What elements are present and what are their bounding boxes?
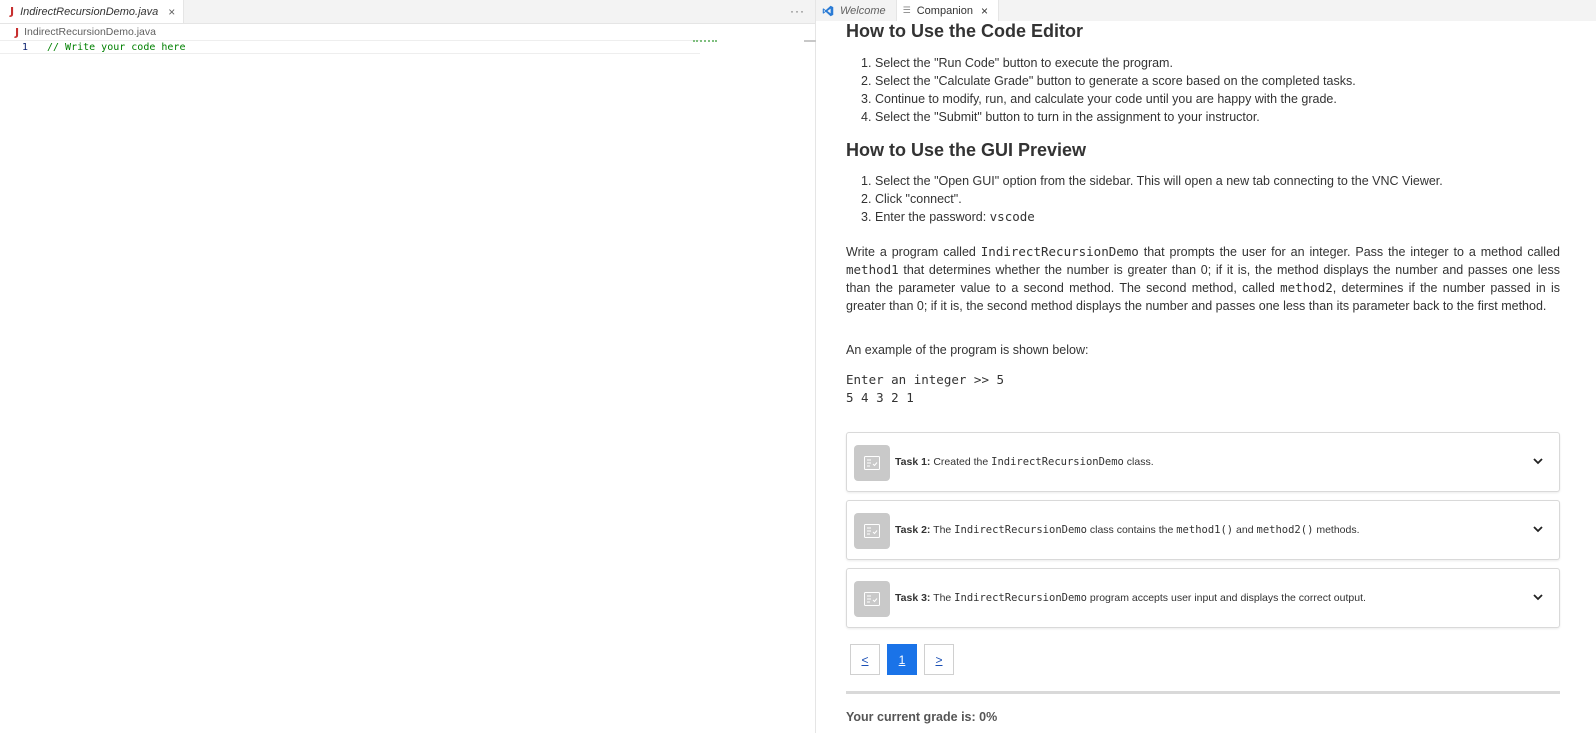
task-card-3[interactable]: Task 3: The IndirectRecursionDemo progra… — [846, 568, 1560, 628]
tab-companion[interactable]: ☰ Companion × — [896, 0, 1000, 21]
heading-gui-preview: How to Use the GUI Preview — [846, 140, 1087, 160]
next-page-button[interactable]: > — [924, 644, 954, 675]
chevron-down-icon[interactable] — [1531, 522, 1545, 536]
task-card-2[interactable]: Task 2: The IndirectRecursionDemo class … — [846, 500, 1560, 560]
task-checklist-icon — [854, 445, 890, 481]
tab-indirectrecursiondemo-java[interactable]: J IndirectRecursionDemo.java × — [0, 0, 185, 23]
task-checklist-icon — [854, 513, 890, 549]
companion-tabbar: Welcome ☰ Companion × — [816, 0, 1596, 21]
close-icon[interactable]: × — [168, 5, 175, 19]
editor-pane: J IndirectRecursionDemo.java × ··· J Ind… — [0, 0, 816, 733]
list-item: 3. Continue to modify, run, and calculate… — [861, 92, 1337, 106]
minimap[interactable] — [693, 40, 717, 42]
breadcrumb[interactable]: J IndirectRecursionDemo.java — [0, 24, 815, 40]
chevron-down-icon[interactable] — [1531, 454, 1545, 468]
task-checklist-icon — [854, 581, 890, 617]
password-code: vscode — [989, 209, 1035, 224]
tab-welcome[interactable]: Welcome — [816, 0, 897, 21]
chevron-down-icon[interactable] — [1531, 590, 1545, 604]
tab-welcome-label: Welcome — [840, 4, 886, 17]
task-text: Task 3: The IndirectRecursionDemo progra… — [895, 592, 1366, 604]
code-comment[interactable]: // Write your code here — [47, 42, 185, 53]
list-item: 4. Select the "Submit" button to turn in … — [861, 110, 1260, 124]
list-item: 1. Select the "Open GUI" option from the … — [861, 174, 1443, 188]
gui-preview-steps: 1. Select the "Open GUI" option from the … — [846, 172, 1443, 226]
divider — [846, 691, 1560, 694]
example-intro: An example of the program is shown below… — [846, 343, 1089, 357]
list-item: 2. Click "connect". — [861, 192, 962, 206]
scrollbar-marker[interactable] — [804, 40, 816, 42]
document-icon: ☰ — [902, 5, 911, 15]
tab-companion-label: Companion — [916, 4, 973, 17]
current-grade: Your current grade is: 0% — [846, 710, 998, 724]
assignment-description: Write a program called IndirectRecursion… — [846, 244, 1560, 313]
list-item: 2. Select the "Calculate Grade" button to… — [861, 74, 1356, 88]
java-file-icon: J — [15, 25, 20, 39]
pagination: < 1 > — [850, 644, 954, 675]
java-file-icon: J — [10, 5, 15, 18]
list-item: 1. Select the "Run Code" button to execut… — [861, 56, 1173, 70]
editor-tabbar: J IndirectRecursionDemo.java × ··· — [0, 0, 815, 24]
task-text: Task 1: Created the IndirectRecursionDem… — [895, 456, 1154, 468]
close-icon[interactable]: × — [981, 4, 988, 18]
code-editor-steps: 1. Select the "Run Code" button to execut… — [846, 54, 1356, 126]
heading-code-editor: How to Use the Code Editor — [846, 21, 1084, 41]
task-card-1[interactable]: Task 1: Created the IndirectRecursionDem… — [846, 432, 1560, 492]
breadcrumb-file[interactable]: IndirectRecursionDemo.java — [24, 26, 156, 38]
prev-page-button[interactable]: < — [850, 644, 880, 675]
vscode-icon — [822, 5, 834, 16]
companion-pane: Welcome ☰ Companion × How to Use the Cod… — [816, 0, 1596, 733]
example-output: Enter an integer >> 5 5 4 3 2 1 — [846, 372, 1005, 405]
task-text: Task 2: The IndirectRecursionDemo class … — [895, 524, 1360, 536]
more-actions-icon[interactable]: ··· — [790, 4, 805, 18]
list-item: 3. Enter the password: vscode — [861, 209, 1035, 224]
page-1-button[interactable]: 1 — [887, 644, 917, 675]
tab-title: IndirectRecursionDemo.java — [20, 5, 159, 18]
line-number: 1 — [22, 42, 29, 53]
code-line[interactable]: 1 // Write your code here — [0, 40, 700, 54]
